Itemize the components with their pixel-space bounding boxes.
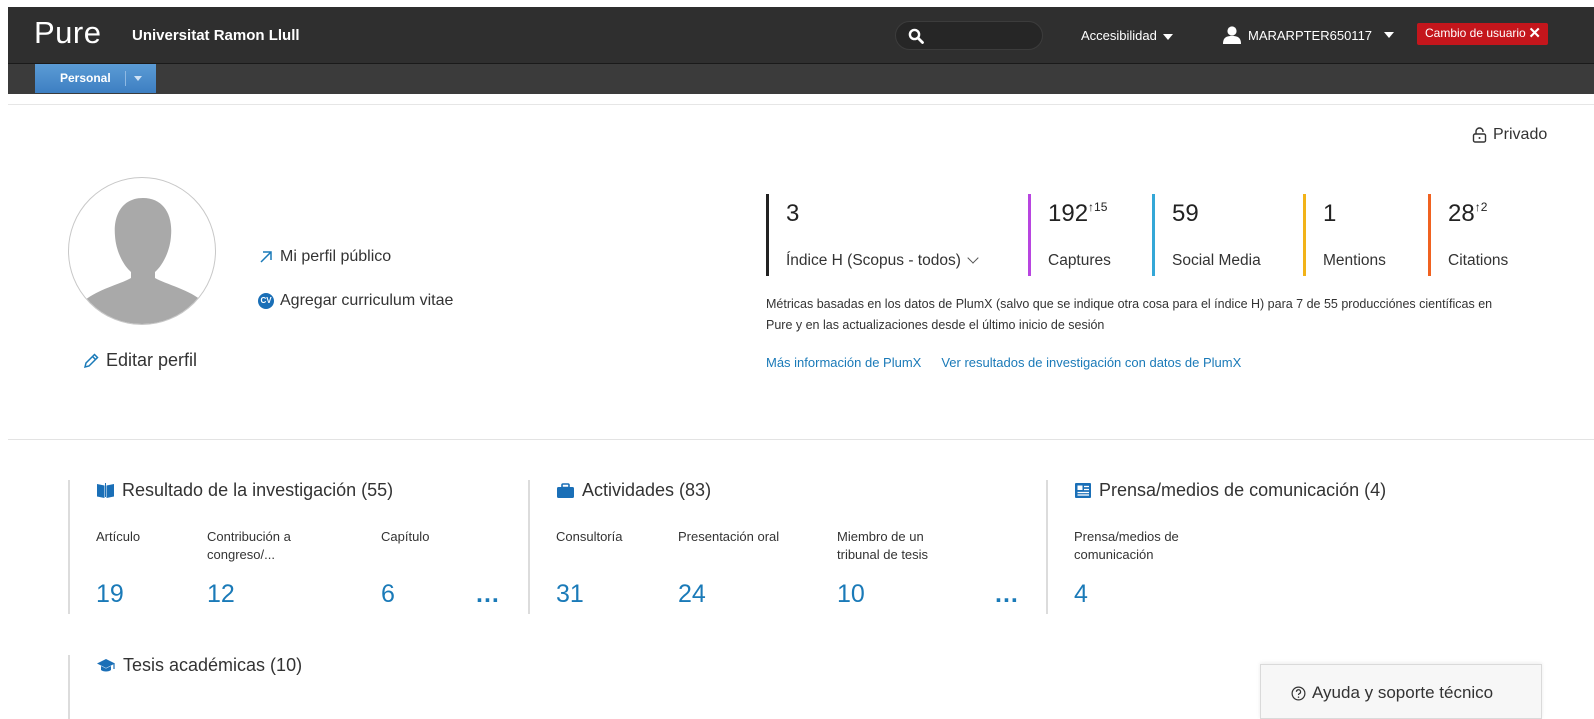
user-menu[interactable]: MARARPTER650117 bbox=[1222, 26, 1395, 44]
category-label: Prensa/medios de comunicación bbox=[1074, 529, 1179, 562]
category-label: Contribución a congreso/... bbox=[207, 529, 291, 562]
caret-down-icon bbox=[1162, 33, 1173, 40]
more-button[interactable]: ... bbox=[476, 580, 500, 609]
category-count[interactable]: 10 bbox=[837, 580, 865, 609]
metric-citations-delta: ↑2 bbox=[1474, 200, 1488, 214]
accessibility-label: Accesibilidad bbox=[1081, 28, 1157, 43]
add-cv-label: Agregar curriculum vitae bbox=[280, 292, 454, 309]
default-avatar-icon bbox=[83, 198, 203, 324]
metric-hindex-value: 3 bbox=[786, 200, 800, 227]
chevron-down-icon bbox=[967, 252, 979, 264]
metric-captures-delta: ↑15 bbox=[1088, 200, 1108, 214]
metric-captures-label: Captures bbox=[1048, 252, 1111, 269]
lock-icon bbox=[1472, 127, 1487, 143]
privacy-label: Privado bbox=[1493, 126, 1548, 143]
edit-profile-label: Editar perfil bbox=[106, 350, 198, 370]
accessibility-menu[interactable]: Accesibilidad bbox=[1081, 28, 1173, 43]
briefcase-icon bbox=[557, 482, 574, 498]
metric-hindex-label: Índice H (Scopus - todos) bbox=[786, 252, 961, 269]
edit-profile-link[interactable]: Editar perfil bbox=[82, 350, 197, 371]
section-theses-label: Tesis académicas (10) bbox=[123, 655, 303, 675]
organization-name: Universitat Ramon Llull bbox=[132, 27, 300, 44]
more-button[interactable]: ... bbox=[995, 580, 1019, 609]
metric-mentions[interactable]: 1 Mentions bbox=[1303, 194, 1427, 276]
metric-hindex[interactable]: 3 Índice H (Scopus - todos) bbox=[766, 194, 1024, 276]
section-press-title[interactable]: Prensa/medios de comunicación (4) bbox=[1074, 480, 1386, 501]
section-activities-label: Actividades (83) bbox=[582, 480, 712, 500]
metric-citations[interactable]: 28↑2 Citations bbox=[1428, 194, 1568, 276]
divider bbox=[8, 104, 1594, 105]
help-support-label: Ayuda y soporte técnico bbox=[1312, 683, 1494, 702]
metric-social-media-value: 59 bbox=[1172, 200, 1199, 227]
add-cv-link[interactable]: CV Agregar curriculum vitae bbox=[258, 292, 453, 310]
top-navigation-bar: Pure Universitat Ramon Llull Accesibilid… bbox=[8, 7, 1594, 64]
plumx-links: Más información de PlumX Ver resultados … bbox=[766, 355, 1241, 370]
section-research-output: Resultado de la investigación (55) Artíc… bbox=[68, 480, 528, 614]
plumx-note: Métricas basadas en los datos de PlumX (… bbox=[766, 297, 1493, 332]
pure-logo[interactable]: Pure bbox=[34, 15, 101, 51]
metric-social-media[interactable]: 59 Social Media bbox=[1152, 194, 1302, 276]
public-profile-link[interactable]: Mi perfil público bbox=[258, 248, 391, 266]
pencil-icon bbox=[83, 352, 99, 368]
sub-navigation-bar: Personal bbox=[8, 64, 1594, 94]
section-press-label: Prensa/medios de comunicación (4) bbox=[1099, 480, 1387, 500]
plumx-more-info-link[interactable]: Más información de PlumX bbox=[766, 355, 921, 370]
caret-down-icon[interactable] bbox=[134, 76, 142, 81]
tab-divider bbox=[125, 71, 126, 86]
section-activities: Actividades (83) Consultoría Presentació… bbox=[528, 480, 1046, 614]
plumx-results-link[interactable]: Ver resultados de investigación con dato… bbox=[941, 355, 1241, 370]
metric-citations-label: Citations bbox=[1448, 252, 1509, 269]
metric-captures-value-wrap: 192↑15 bbox=[1048, 200, 1152, 228]
newspaper-icon bbox=[1075, 483, 1091, 498]
book-icon bbox=[97, 483, 114, 498]
category-count[interactable]: 24 bbox=[678, 580, 706, 609]
graduation-cap-icon bbox=[97, 659, 115, 672]
category-label: Artículo bbox=[96, 529, 141, 544]
search-icon[interactable] bbox=[908, 28, 924, 44]
switch-user-label: Cambio de usuario bbox=[1425, 26, 1526, 40]
external-arrow-icon bbox=[260, 251, 272, 263]
username: MARARPTER650117 bbox=[1248, 27, 1373, 43]
metric-captures[interactable]: 192↑15 Captures bbox=[1028, 194, 1152, 276]
category-count[interactable]: 4 bbox=[1074, 580, 1088, 609]
avatar bbox=[68, 177, 216, 325]
switch-user-button[interactable]: Cambio de usuario ✕ bbox=[1417, 23, 1548, 45]
caret-down-icon bbox=[1384, 32, 1395, 38]
metric-hindex-selector[interactable]: Índice H (Scopus - todos) bbox=[786, 252, 979, 270]
category-label: Presentación oral bbox=[678, 529, 780, 544]
user-icon bbox=[1223, 26, 1241, 44]
category-count[interactable]: 6 bbox=[381, 580, 395, 609]
section-research-title[interactable]: Resultado de la investigación (55) bbox=[96, 480, 393, 501]
category-count[interactable]: 31 bbox=[556, 580, 584, 609]
section-press-media: Prensa/medios de comunicación (4) Prensa… bbox=[1046, 480, 1446, 614]
category-count[interactable]: 12 bbox=[207, 580, 235, 609]
close-icon[interactable]: ✕ bbox=[1528, 24, 1541, 42]
metric-citations-value-wrap: 28↑2 bbox=[1448, 200, 1568, 228]
section-theses-title[interactable]: Tesis académicas (10) bbox=[96, 655, 302, 676]
metric-captures-value: 192 bbox=[1048, 200, 1089, 227]
help-support-button[interactable]: Ayuda y soporte técnico bbox=[1260, 664, 1542, 719]
category-label: Capítulo bbox=[381, 529, 430, 544]
divider bbox=[8, 439, 1594, 440]
category-label: Miembro de un tribunal de tesis bbox=[837, 529, 929, 562]
metric-social-media-label: Social Media bbox=[1172, 252, 1261, 269]
public-profile-label: Mi perfil público bbox=[280, 248, 392, 265]
privacy-indicator[interactable]: Privado bbox=[1472, 126, 1547, 144]
help-icon bbox=[1291, 686, 1306, 701]
category-count[interactable]: 19 bbox=[96, 580, 124, 609]
metric-mentions-value: 1 bbox=[1323, 200, 1337, 227]
section-research-label: Resultado de la investigación (55) bbox=[122, 480, 394, 500]
cv-icon: CV bbox=[258, 293, 274, 309]
tab-personal[interactable]: Personal bbox=[35, 64, 156, 93]
search-input[interactable] bbox=[930, 26, 1035, 46]
tab-personal-label: Personal bbox=[60, 71, 111, 85]
metric-citations-value: 28 bbox=[1448, 200, 1475, 227]
search-box[interactable] bbox=[895, 21, 1043, 50]
category-label: Consultoría bbox=[556, 529, 623, 544]
section-theses: Tesis académicas (10) bbox=[68, 655, 528, 719]
metric-mentions-label: Mentions bbox=[1323, 252, 1386, 269]
section-activities-title[interactable]: Actividades (83) bbox=[556, 480, 711, 501]
